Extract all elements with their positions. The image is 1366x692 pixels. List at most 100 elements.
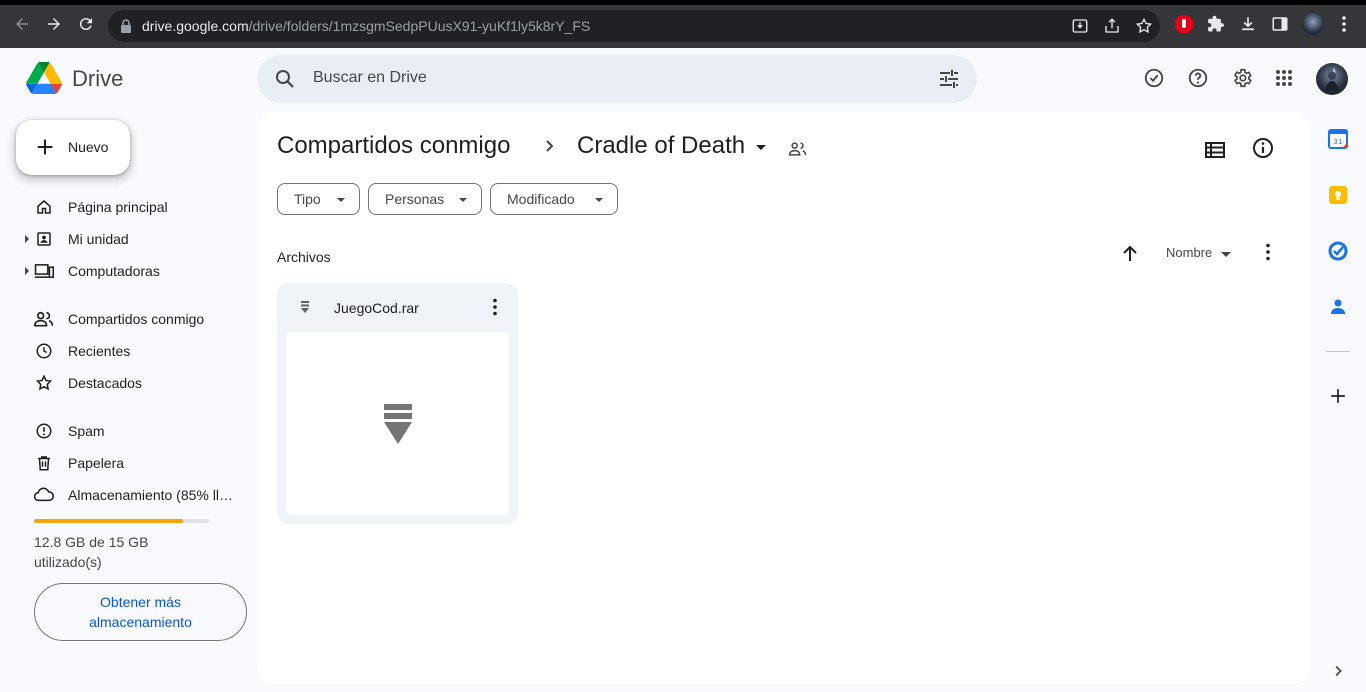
clock-icon <box>34 341 54 361</box>
url-text: drive.google.com/drive/folders/1mzsgmSed… <box>142 18 591 34</box>
sidebar-item-label: Destacados <box>68 375 142 391</box>
breadcrumb-chevron-icon <box>546 140 554 152</box>
sidebar-item-storage[interactable]: Almacenamiento (85% lleno) <box>24 479 244 511</box>
star-icon <box>34 373 54 393</box>
sidebar-item-label: Almacenamiento (85% lleno) <box>68 487 234 503</box>
search-bar[interactable] <box>257 55 977 103</box>
tab-strip <box>0 0 1366 5</box>
filter-chip-modified[interactable]: Modificado <box>490 183 618 215</box>
new-button[interactable]: Nuevo <box>16 120 130 175</box>
sidebar-item-label: Página principal <box>68 199 168 215</box>
sort-caret-icon[interactable] <box>1221 252 1231 257</box>
forward-arrow-icon[interactable] <box>42 12 66 36</box>
breadcrumb-current-folder[interactable]: Cradle of Death <box>577 132 745 160</box>
tasks-icon[interactable] <box>1326 239 1350 263</box>
folder-menu-caret-icon[interactable] <box>756 145 766 150</box>
sidebar-item-label: Mi unidad <box>68 231 129 247</box>
expand-caret-icon[interactable] <box>25 267 29 275</box>
search-icon[interactable] <box>273 67 297 91</box>
sidebar-item-label: Compartidos conmigo <box>68 311 205 327</box>
back-arrow-icon[interactable] <box>10 12 34 36</box>
add-plus-icon[interactable] <box>1326 384 1350 408</box>
home-icon <box>34 197 54 217</box>
install-app-icon[interactable] <box>1070 16 1090 36</box>
file-thumbnail[interactable] <box>286 332 509 515</box>
filter-chip-label: Personas <box>385 191 445 207</box>
search-input[interactable] <box>313 69 913 87</box>
shared-folder-people-icon[interactable] <box>788 139 808 159</box>
storage-usage-text: 12.8 GB de 15 GB utilizado(s) <box>34 534 149 570</box>
downloads-icon[interactable] <box>1238 14 1258 34</box>
dropdown-caret-icon <box>337 198 345 202</box>
chevron-right-icon[interactable] <box>1326 659 1350 683</box>
filter-chip-people[interactable]: Personas <box>368 183 482 215</box>
main-content: Compartidos conmigo Cradle of Death Tipo… <box>257 112 1310 683</box>
dropdown-caret-icon <box>459 198 467 202</box>
browser-menu-icon[interactable] <box>1334 14 1354 34</box>
more-options-icon[interactable] <box>1256 240 1280 264</box>
sidebar-item-recent[interactable]: Recientes <box>24 335 244 367</box>
computers-icon <box>34 261 54 281</box>
adblock-extension-icon[interactable] <box>1174 14 1194 34</box>
file-more-options-icon[interactable] <box>483 295 507 319</box>
breadcrumb-parent[interactable]: Compartidos conmigo <box>277 132 510 160</box>
sort-direction-arrow-icon[interactable] <box>1118 242 1142 266</box>
settings-gear-icon[interactable] <box>1230 66 1254 90</box>
shared-people-icon <box>34 309 54 329</box>
filter-chip-label: Modificado <box>507 191 575 207</box>
side-panel-icon[interactable] <box>1270 14 1290 34</box>
search-options-icon[interactable] <box>937 67 961 91</box>
trash-icon <box>34 453 54 473</box>
app-name: Drive <box>72 66 124 91</box>
sidebar-item-label: Papelera <box>68 455 125 471</box>
bookmark-star-icon[interactable] <box>1134 16 1154 36</box>
sidebar-item-shared[interactable]: Compartidos conmigo <box>24 303 244 335</box>
contacts-icon[interactable] <box>1326 295 1350 319</box>
my-drive-icon <box>34 229 54 249</box>
sidebar-item-my-drive[interactable]: Mi unidad <box>24 223 244 255</box>
archive-zip-icon <box>384 404 412 444</box>
storage-usage-bar <box>34 519 209 523</box>
lock-icon <box>121 19 131 33</box>
sidebar-item-computers[interactable]: Computadoras <box>24 255 244 287</box>
apps-grid-icon[interactable] <box>1272 66 1296 90</box>
file-card[interactable]: JuegoCod.rar <box>277 283 518 524</box>
sidebar-item-label: Recientes <box>68 343 131 359</box>
cloud-icon <box>34 485 54 505</box>
keep-icon[interactable] <box>1326 183 1350 207</box>
expand-caret-icon[interactable] <box>25 235 29 243</box>
sidebar-item-label: Spam <box>68 423 105 439</box>
offline-ready-icon[interactable] <box>1142 66 1166 90</box>
side-panel-divider <box>1326 351 1350 352</box>
filter-chip-type[interactable]: Tipo <box>277 183 360 215</box>
spam-icon <box>34 421 54 441</box>
dropdown-caret-icon <box>595 198 603 202</box>
file-name: JuegoCod.rar <box>334 300 419 316</box>
archive-zip-icon <box>301 301 309 313</box>
new-button-label: Nuevo <box>68 139 109 155</box>
reload-icon[interactable] <box>74 12 98 36</box>
sidebar-item-starred[interactable]: Destacados <box>24 367 244 399</box>
extensions-puzzle-icon[interactable] <box>1206 14 1226 34</box>
get-more-storage-button[interactable]: Obtener más almacenamiento <box>34 583 247 641</box>
sort-by-button[interactable]: Nombre <box>1166 245 1212 260</box>
list-view-icon[interactable] <box>1203 138 1227 162</box>
sidebar-item-spam[interactable]: Spam <box>24 415 244 447</box>
sidebar-item-trash[interactable]: Papelera <box>24 447 244 479</box>
account-avatar[interactable] <box>1316 63 1348 95</box>
browser-toolbar: drive.google.com/drive/folders/1mzsgmSed… <box>0 0 1366 48</box>
calendar-icon[interactable]: 31 <box>1326 127 1350 151</box>
profile-avatar-icon[interactable] <box>1302 13 1324 35</box>
address-bar[interactable]: drive.google.com/drive/folders/1mzsgmSed… <box>108 10 1160 42</box>
share-icon[interactable] <box>1102 16 1122 36</box>
sidebar-item-label: Computadoras <box>68 263 160 279</box>
svg-text:31: 31 <box>1334 138 1343 146</box>
filter-chip-label: Tipo <box>294 191 321 207</box>
info-icon[interactable] <box>1251 136 1275 160</box>
drive-logo[interactable] <box>26 62 62 94</box>
help-icon[interactable] <box>1186 66 1210 90</box>
plus-icon <box>37 139 53 155</box>
section-title-files: Archivos <box>277 249 331 265</box>
sidebar-item-home[interactable]: Página principal <box>24 191 244 223</box>
storage-usage-fill <box>34 519 183 523</box>
